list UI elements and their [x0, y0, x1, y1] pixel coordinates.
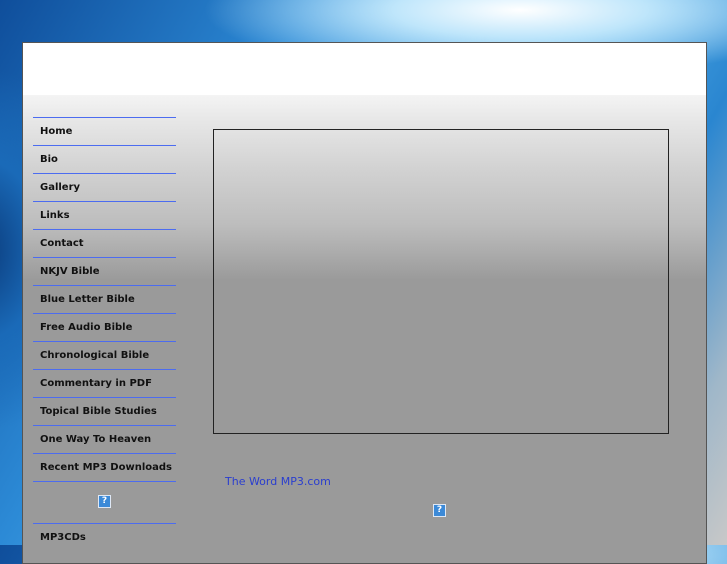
page-frame: Home Bio Gallery Links Contact NKJV Bibl…	[22, 42, 707, 564]
nav-item-label: Bio	[40, 154, 58, 165]
nav-item-bio[interactable]: Bio	[33, 145, 176, 173]
nav-item-gallery[interactable]: Gallery	[33, 173, 176, 201]
nav-item-label: Topical Bible Studies	[40, 406, 157, 417]
nav-item-blue-letter-bible[interactable]: Blue Letter Bible	[33, 285, 176, 313]
the-word-mp3-link[interactable]: The Word MP3.com	[225, 475, 331, 488]
nav-item-label: Blue Letter Bible	[40, 294, 135, 305]
nav-item-label: Commentary in PDF	[40, 378, 152, 389]
nav-item-topical-bible-studies[interactable]: Topical Bible Studies	[33, 397, 176, 425]
nav-item-free-audio-bible[interactable]: Free Audio Bible	[33, 313, 176, 341]
nav-item-label: Recent MP3 Downloads	[40, 462, 172, 473]
nav-item-mp3cds[interactable]: MP3CDs	[33, 523, 176, 551]
nav-item-label: Chronological Bible	[40, 350, 150, 361]
nav-item-chronological-bible[interactable]: Chronological Bible	[33, 341, 176, 369]
nav-item-label: MP3CDs	[40, 532, 86, 543]
nav-item-home[interactable]: Home	[33, 117, 176, 145]
nav-item-label: Gallery	[40, 182, 81, 193]
nav-item-label: Links	[40, 210, 70, 221]
missing-image-icon: ?	[98, 495, 111, 508]
nav-item-label: Free Audio Bible	[40, 322, 133, 333]
missing-image-icon: ?	[433, 504, 446, 517]
nav-item-label: NKJV Bible	[40, 266, 100, 277]
header-banner	[23, 43, 706, 95]
nav-item-links[interactable]: Links	[33, 201, 176, 229]
main-content-box	[213, 129, 669, 434]
nav-item-label: One Way To Heaven	[40, 434, 152, 445]
nav-item-one-way-to-heaven[interactable]: One Way To Heaven	[33, 425, 176, 453]
nav-item-label: Home	[40, 126, 73, 137]
nav-item-contact[interactable]: Contact	[33, 229, 176, 257]
nav-item-commentary-pdf[interactable]: Commentary in PDF	[33, 369, 176, 397]
nav-item-label: Contact	[40, 238, 84, 249]
sidebar-nav: Home Bio Gallery Links Contact NKJV Bibl…	[33, 117, 176, 551]
nav-item-nkjv-bible[interactable]: NKJV Bible	[33, 257, 176, 285]
nav-image-slot: ?	[33, 481, 176, 523]
nav-item-recent-mp3-downloads[interactable]: Recent MP3 Downloads	[33, 453, 176, 481]
